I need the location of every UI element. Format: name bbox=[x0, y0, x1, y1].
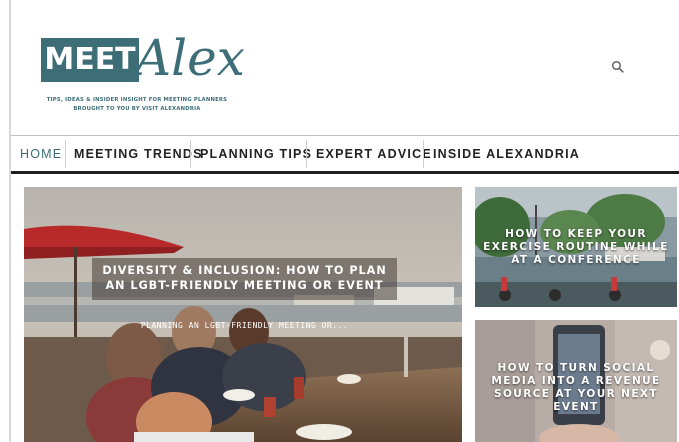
featured-post[interactable]: DIVERSITY & INCLUSION: HOW TO PLAN AN LG… bbox=[24, 187, 462, 442]
nav-divider bbox=[423, 140, 424, 168]
featured-image bbox=[24, 187, 462, 442]
site-logo[interactable]: MEET Alex TIPS, IDEAS & INSIDER INSIGHT … bbox=[39, 29, 249, 120]
nav-divider bbox=[65, 140, 66, 168]
side-post-title[interactable]: HOW TO KEEP YOUR EXERCISE ROUTINE WHILE … bbox=[475, 228, 677, 267]
logo-meet-block: MEET bbox=[41, 38, 139, 82]
side-post-card[interactable]: HOW TO KEEP YOUR EXERCISE ROUTINE WHILE … bbox=[475, 187, 677, 307]
featured-title[interactable]: DIVERSITY & INCLUSION: HOW TO PLAN AN LG… bbox=[92, 263, 397, 293]
nav-divider bbox=[190, 140, 191, 168]
nav-bottom-rule bbox=[11, 171, 679, 174]
logo-tagline: TIPS, IDEAS & INSIDER INSIGHT FOR MEETIN… bbox=[46, 97, 228, 103]
nav-item-expert-advice[interactable]: EXPERT ADVICE bbox=[316, 141, 432, 167]
page: MEET Alex TIPS, IDEAS & INSIDER INSIGHT … bbox=[0, 0, 679, 442]
logo-alex-script: Alex bbox=[135, 29, 245, 87]
nav-item-inside-alexandria[interactable]: INSIDE ALEXANDRIA bbox=[433, 141, 580, 167]
logo-tagline-sub: BROUGHT TO YOU BY VISIT ALEXANDRIA bbox=[73, 106, 201, 112]
featured-excerpt: PLANNING AN LGBT-FRIENDLY MEETING OR... bbox=[140, 321, 349, 330]
main-nav: HOME MEETING TRENDS PLANNING TIPS EXPERT… bbox=[11, 136, 679, 172]
nav-item-planning-tips[interactable]: PLANNING TIPS bbox=[200, 141, 312, 167]
nav-item-meeting-trends[interactable]: MEETING TRENDS bbox=[74, 141, 203, 167]
left-border bbox=[9, 0, 11, 442]
nav-divider bbox=[306, 140, 307, 168]
side-post-card[interactable]: HOW TO TURN SOCIAL MEDIA INTO A REVENUE … bbox=[475, 320, 677, 442]
side-post-title[interactable]: HOW TO TURN SOCIAL MEDIA INTO A REVENUE … bbox=[475, 362, 677, 414]
nav-item-home[interactable]: HOME bbox=[20, 141, 62, 167]
search-icon[interactable] bbox=[611, 59, 625, 73]
